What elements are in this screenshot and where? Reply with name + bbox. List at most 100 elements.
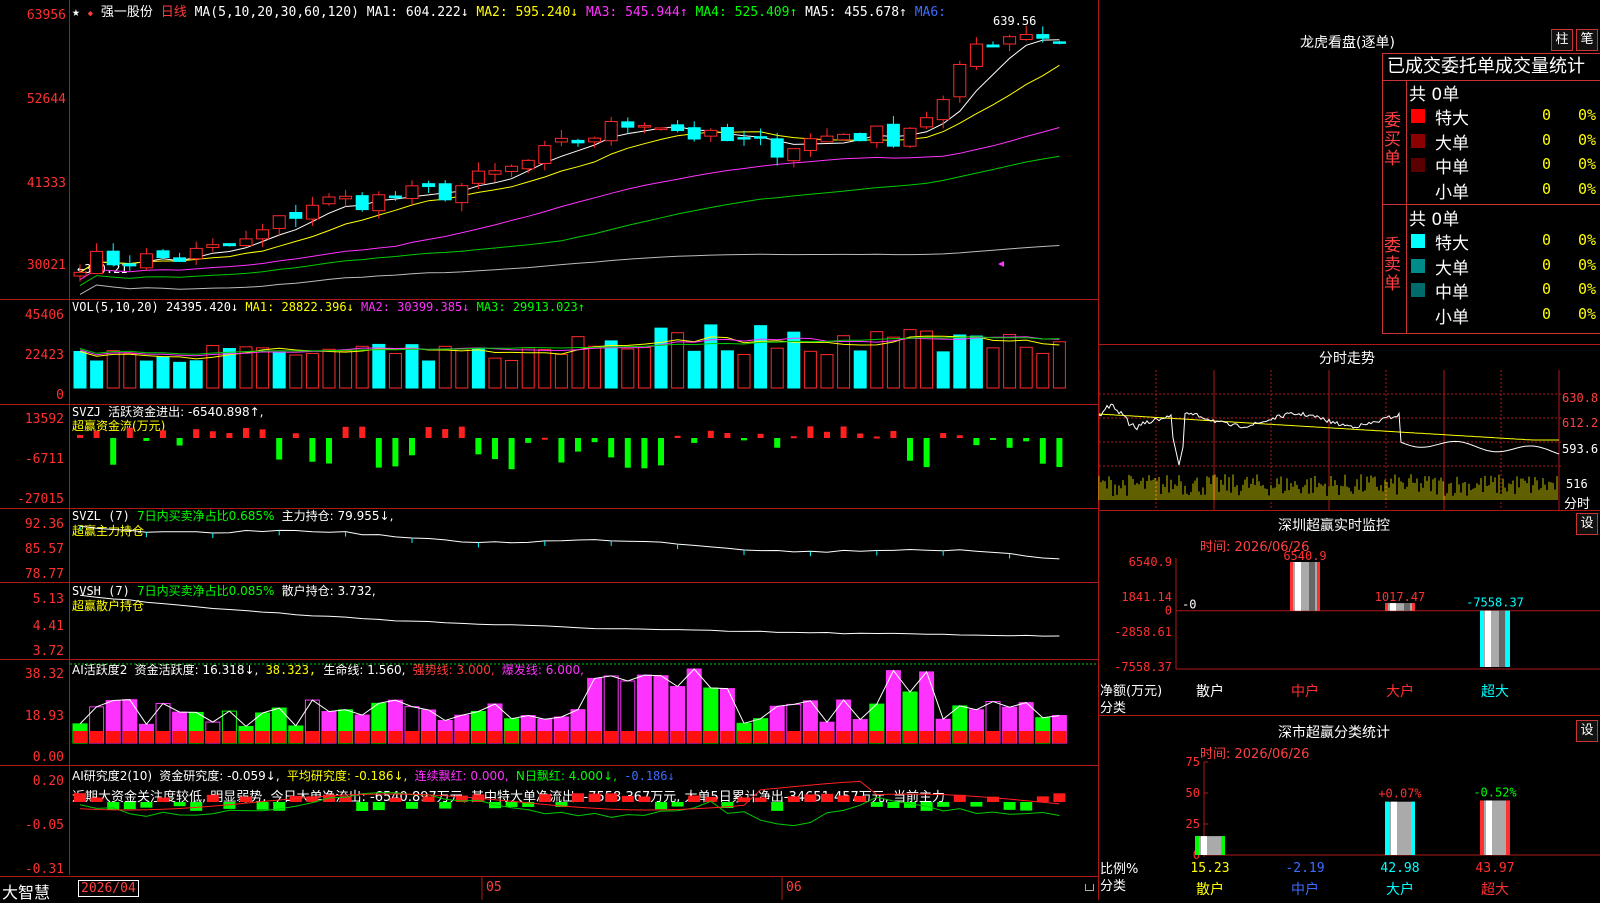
candle-body	[936, 99, 950, 121]
intraday-chart[interactable]	[1098, 370, 1561, 510]
ai1-base-bar	[288, 731, 303, 743]
szmon-y-tick: -7558.37	[1114, 660, 1172, 674]
sell-row-count: 0	[1542, 280, 1552, 298]
svsh-y-tick: 3.72	[32, 644, 64, 659]
ai2-bar	[671, 802, 684, 807]
ai1-y-tick: 18.93	[24, 709, 64, 724]
szmon-bar-highlight	[1485, 610, 1491, 667]
svzj-bar	[956, 435, 963, 438]
candle-body	[173, 257, 187, 262]
candle-body	[920, 117, 934, 128]
volume-chart[interactable]	[70, 300, 1098, 405]
szmon-category-label: 中户	[1291, 683, 1319, 700]
ai2-bar	[1036, 796, 1049, 802]
ai2-bar	[1020, 802, 1033, 811]
ai1-chart[interactable]	[70, 659, 1098, 765]
candle-body	[870, 125, 884, 144]
ai2-bar	[173, 802, 186, 807]
svzj-bar	[724, 433, 731, 438]
ai1-base-bar	[371, 731, 386, 743]
szmon-y-tick: 0	[1165, 604, 1172, 618]
intraday-y-tick: 630.8	[1562, 391, 1599, 405]
svsh-chart[interactable]	[70, 582, 1098, 659]
buy-row-label: 大单	[1435, 133, 1469, 154]
tick-mode-button[interactable]: 笔	[1576, 29, 1598, 51]
szmon-category-label: 大户	[1386, 683, 1414, 700]
ai1-base-bar	[986, 731, 1000, 743]
svzj-bar	[1056, 438, 1063, 468]
sz-classify-chart[interactable]: 755025015.23散户-2.19中户+0.07%42.98大户-0.52%…	[1100, 715, 1600, 900]
candle-body	[405, 185, 419, 199]
szcls-bar-highlight	[1201, 836, 1207, 855]
buy-row-pct: 0%	[1578, 179, 1597, 198]
volume-bar	[90, 360, 104, 389]
ai1-base-bar	[272, 731, 287, 743]
ai1-base-bar	[587, 731, 602, 743]
lock-icon	[1085, 884, 1094, 891]
y-tick: 41333	[26, 176, 66, 191]
ai1-base-bar	[89, 731, 104, 743]
ai2-bar	[771, 802, 784, 811]
svzj-bar	[807, 426, 814, 438]
svzj-bar	[508, 438, 515, 470]
volume-bar	[73, 350, 87, 389]
volume-bar	[936, 351, 950, 389]
svzj-bar	[541, 437, 548, 440]
bar-mode-button[interactable]: 柱	[1551, 29, 1573, 51]
szcls-value-label: 15.23	[1190, 861, 1229, 876]
svzj-y-tick: -6711	[24, 452, 64, 467]
candle-body	[1003, 36, 1017, 45]
svzj-bar	[774, 438, 781, 448]
volume-bar	[355, 345, 369, 389]
szcls-change-label: -0.52%	[1473, 785, 1517, 799]
szcls-bar-edge	[1411, 801, 1415, 855]
candlestick-chart[interactable]	[70, 0, 1098, 300]
vol-y-tick: 22423	[24, 348, 64, 363]
volume-bar	[654, 327, 668, 389]
candle-body	[787, 148, 801, 162]
candle-body	[820, 135, 834, 143]
szcls-value-label: -2.19	[1285, 861, 1324, 876]
intraday-vol-unit: 分时	[1564, 497, 1591, 512]
brand-logo[interactable]: 大智慧	[2, 879, 50, 903]
svzj-bar	[442, 429, 449, 438]
svzj-bar	[475, 438, 482, 455]
buy-row-label: 小单	[1435, 182, 1469, 203]
ai1-base-bar	[355, 731, 370, 743]
ai1-base-bar	[753, 731, 768, 743]
ai2-bar	[572, 793, 584, 802]
ma-line-2	[79, 64, 1060, 273]
ai2-bar	[655, 802, 667, 810]
ai1-y-tick: 38.32	[24, 667, 64, 682]
volume-bar	[372, 343, 386, 389]
sell-row-pct: 0%	[1578, 231, 1597, 249]
svzj-bar	[259, 429, 266, 438]
svzj-bar	[824, 431, 830, 438]
buy-row-count: 0	[1542, 155, 1552, 173]
ai1-base-bar	[156, 731, 170, 743]
buy-row-label: 中单	[1435, 158, 1469, 178]
svzj-bar	[110, 438, 117, 465]
szcls-category-label: 散户	[1196, 881, 1224, 898]
ai1-base-bar	[471, 731, 486, 743]
candle-body	[339, 195, 353, 200]
svzl-chart[interactable]	[70, 508, 1098, 582]
ai1-base-bar	[853, 731, 868, 743]
sell-total: 共 0单	[1409, 210, 1460, 230]
volume-bar	[189, 360, 203, 389]
ai2-chart[interactable]	[70, 766, 1098, 876]
svzj-bar	[292, 433, 299, 438]
intraday-y-tick: 612.2	[1562, 416, 1599, 430]
ai1-base-bar	[106, 731, 121, 743]
svzj-bar	[359, 426, 366, 438]
lhb-tabs[interactable]: 已成交委托单成交量统计	[1382, 53, 1600, 81]
volume-bar	[422, 360, 436, 389]
ai1-base-bar	[836, 731, 851, 743]
sell-row-label: 小单	[1435, 307, 1469, 328]
szmon-bar-edge	[1317, 562, 1320, 611]
sz-monitor-chart[interactable]: 6540.9 1841.140 -2858.61 -7558.37 -0 散户 6540.9…	[1100, 512, 1600, 712]
szmon-bar-shade	[1309, 562, 1315, 611]
svzj-bar	[243, 427, 249, 438]
svzj-chart[interactable]	[70, 404, 1098, 508]
volume-bar	[156, 356, 170, 389]
